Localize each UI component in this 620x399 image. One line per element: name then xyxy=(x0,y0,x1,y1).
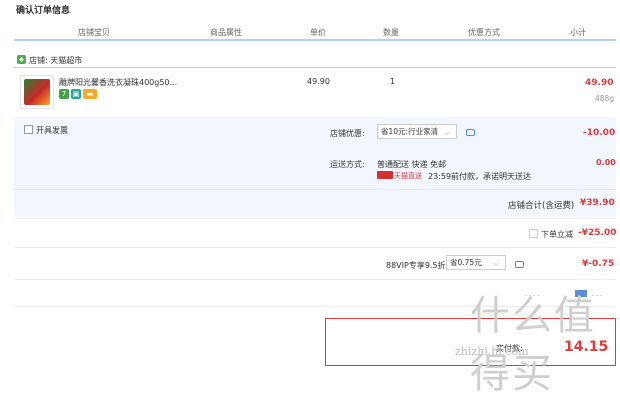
seven-day-return-icon: 7 xyxy=(59,89,69,99)
watermark-logo: 什么值得买 xyxy=(470,293,596,397)
shop-icon: ◆ xyxy=(17,55,26,64)
shop-total-label: 店铺合计(含运费) xyxy=(508,201,575,211)
product-name[interactable]: 雕牌阳光馨香洗衣凝珠400g50... xyxy=(59,77,177,88)
vip-discount-select[interactable]: 省0.75元 ⌵ xyxy=(446,255,506,270)
shop-discount-amount: -10.00 xyxy=(583,128,616,138)
tmall-direct-label: 天猫直送 xyxy=(394,172,422,180)
shipping-method: 普通配送 快递 免邮 xyxy=(377,160,447,169)
shop-total-value: ¥39.90 xyxy=(580,198,615,208)
shop-discount-select[interactable]: 省10元:行业家清 ⌵ xyxy=(377,124,457,139)
instant-discount-label: 下单立减 xyxy=(541,230,573,239)
row-divider xyxy=(14,218,616,219)
chat-icon[interactable] xyxy=(466,129,475,136)
item-weight: 488g xyxy=(595,94,615,103)
header-divider xyxy=(14,39,616,41)
quantity-value: 1 xyxy=(390,77,396,86)
watermark-url: zhizhi.hi.com xyxy=(455,345,529,358)
invoice-label: 开具发票 xyxy=(36,126,68,135)
unit-price: 49.90 xyxy=(307,77,330,86)
product-thumbnail[interactable] xyxy=(20,75,54,109)
vip-discount-value: ¥-0.75 xyxy=(582,259,615,269)
guarantee-icon: ▣ xyxy=(71,89,81,99)
page-title: 确认订单信息 xyxy=(16,6,71,16)
col-header-quantity: 数量 xyxy=(383,28,399,37)
row-divider xyxy=(14,247,616,248)
col-header-discount: 优惠方式 xyxy=(468,28,500,37)
item-subtotal: 49.90 xyxy=(585,78,614,88)
shipping-amount: 0.00 xyxy=(596,158,616,167)
shop-discount-selected: 省10元:行业家清 xyxy=(381,127,439,136)
tmall-logo-icon xyxy=(377,171,393,179)
vip-label: 88VIP专享9.5折 xyxy=(386,261,446,270)
col-header-attr: 商品属性 xyxy=(210,28,242,37)
instant-discount-value: -¥25.00 xyxy=(578,228,617,238)
chevron-down-icon: ⌵ xyxy=(493,259,500,268)
instant-discount-checkbox[interactable] xyxy=(529,229,538,238)
shipping-label: 运送方式: xyxy=(330,160,365,169)
shop-discount-label: 店铺优惠: xyxy=(330,129,365,138)
invoice-checkbox[interactable] xyxy=(24,125,33,134)
col-header-item: 店铺宝贝 xyxy=(78,28,110,37)
col-header-unit-price: 单价 xyxy=(310,28,326,37)
vip-discount-selected: 省0.75元 xyxy=(450,258,482,267)
col-header-subtotal: 小计 xyxy=(570,28,586,37)
delivery-promise: 23:59前付款，承诺明天送达 xyxy=(428,172,532,181)
options-divider xyxy=(14,189,616,190)
row-divider xyxy=(14,279,616,280)
shop-name[interactable]: 店铺: 天猫超市 xyxy=(29,55,82,66)
chat-icon[interactable] xyxy=(515,261,524,268)
chevron-down-icon: ⌵ xyxy=(444,128,451,137)
credit-card-icon: ▬ xyxy=(83,89,97,99)
shop-divider xyxy=(14,67,616,68)
product-image xyxy=(24,79,50,105)
